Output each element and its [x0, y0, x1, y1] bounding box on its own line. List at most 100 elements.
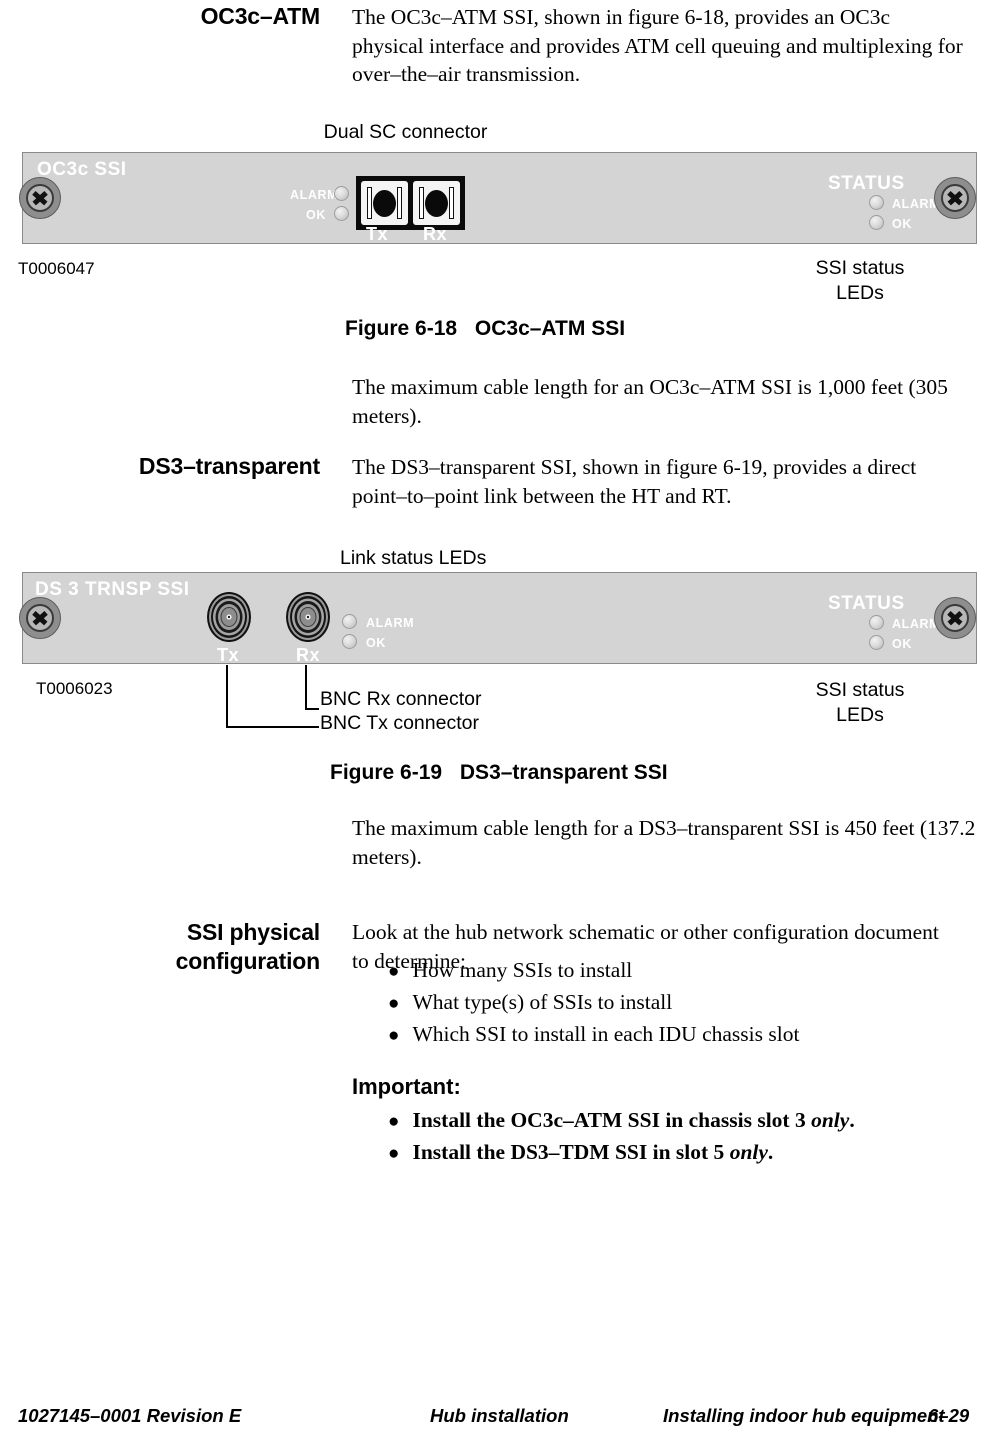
heading-line-1: SSI physical	[186, 919, 320, 945]
footer-page-number: 6–29	[928, 1405, 970, 1426]
ds3-status-led-alarm	[869, 615, 884, 630]
list-item: ● Install the OC3c–ATM SSI in chassis sl…	[388, 1105, 948, 1137]
ssi-config-bullet-list: ● How many SSIs to install ● What type(s…	[388, 955, 948, 1051]
oc3c-link-led-label-alarm: ALARM	[290, 188, 339, 202]
leader-bnc-tx-horizontal	[226, 726, 319, 728]
bnc-connector-rx	[285, 591, 331, 645]
heading-line-2: configuration	[175, 948, 321, 974]
list-item-label: Install the OC3c–ATM SSI in chassis slot…	[412, 1105, 854, 1135]
bullet-icon: ●	[388, 1025, 400, 1046]
oc3c-link-led-label-ok: OK	[306, 208, 326, 222]
oc3c-ssi-panel: OC3c SSI ALARM OK Tx Rx STATUS ALARM OK	[22, 152, 977, 244]
ds3-status-led-ok	[869, 635, 884, 650]
sc-tx-latch-right	[397, 187, 402, 219]
screw-cross-icon	[31, 609, 49, 627]
sc-rx-core	[425, 189, 448, 217]
sc-tx-latch-left	[367, 187, 372, 219]
bullet-icon: ●	[388, 1111, 400, 1132]
figure-caption-title: DS3–transparent SSI	[459, 761, 668, 784]
sc-rx-latch-right	[449, 187, 454, 219]
important-label: Important:	[352, 1074, 461, 1099]
list-item-label: What type(s) of SSIs to install	[412, 990, 673, 1014]
footer-center: Hub installation	[430, 1405, 569, 1426]
important-bullet-list: ● Install the OC3c–ATM SSI in chassis sl…	[388, 1105, 948, 1169]
leader-bnc-rx-horizontal	[305, 708, 319, 710]
list-item-text: Install the DS3–TDM SSI in slot 5	[412, 1140, 730, 1164]
leader-bnc-tx-vertical	[226, 665, 228, 727]
callout-line-2: LEDs	[836, 282, 884, 304]
dual-sc-connector	[356, 176, 465, 230]
ds3-status-title: STATUS	[828, 593, 905, 614]
ds3-drawing-number: T0006023	[36, 679, 113, 698]
figure-caption-label: Figure	[345, 317, 410, 340]
list-item-label: Install the DS3–TDM SSI in slot 5 only.	[412, 1137, 773, 1167]
oc3c-status-led-label-ok: OK	[892, 217, 912, 231]
sc-rx-latch-left	[419, 187, 424, 219]
oc3c-screw-left	[19, 177, 61, 219]
bnc-connector-tx	[206, 591, 252, 645]
list-item: ● Which SSI to install in each IDU chass…	[388, 1019, 948, 1051]
list-item-tail: .	[849, 1108, 855, 1132]
oc3c-panel-label: OC3c SSI	[37, 159, 127, 180]
oc3c-port-label-tx: Tx	[366, 224, 389, 244]
footer-left: 1027145–0001 Revision E	[18, 1405, 242, 1426]
ds3-status-led-label-ok: OK	[892, 637, 912, 651]
list-item-emphasis: only	[729, 1140, 768, 1164]
oc3c-port-label-rx: Rx	[423, 224, 448, 244]
list-item-label: Which SSI to install in each IDU chassis…	[412, 1022, 800, 1046]
oc3c-link-led-alarm	[334, 186, 349, 201]
figure-caption-number: 6-19	[400, 761, 443, 784]
ds3-link-led-alarm	[342, 614, 357, 629]
ds3-link-led-label-ok: OK	[366, 636, 386, 650]
callout-oc3c-ssi-status-leds: SSI status LEDs	[760, 256, 960, 306]
sc-tx-core	[373, 189, 396, 217]
list-item-emphasis: only	[811, 1108, 850, 1132]
section-heading-ssi-physical-configuration: SSI physical configuration	[40, 918, 321, 976]
ds3-link-led-label-alarm: ALARM	[366, 616, 415, 630]
ds3-link-led-ok	[342, 634, 357, 649]
figure-6-18-caption: Figure 6-18 OC3c–ATM SSI	[345, 317, 625, 341]
oc3c-drawing-number: T0006047	[18, 259, 95, 278]
figure-caption-title: OC3c–ATM SSI	[474, 317, 626, 340]
oc3c-status-led-label-alarm: ALARM	[892, 197, 941, 211]
oc3c-screw-right	[934, 177, 976, 219]
callout-link-status-leds: Link status LEDs	[340, 547, 487, 569]
ds3-cable-length-note: The maximum cable length for a DS3–trans…	[352, 816, 976, 869]
list-item: ● How many SSIs to install	[388, 955, 948, 987]
screw-cross-icon	[946, 609, 964, 627]
section-heading-ds3: DS3–transparent	[138, 453, 320, 479]
section-heading-oc3c: OC3c–ATM	[200, 3, 321, 29]
oc3c-cable-length-note: The maximum cable length for an OC3c–ATM…	[352, 375, 948, 428]
section-body-ds3: The DS3–transparent SSI, shown in figure…	[352, 455, 917, 508]
figure-caption-label: Figure	[330, 761, 395, 784]
sc-port-tx	[361, 181, 408, 225]
list-item-tail: .	[767, 1140, 774, 1164]
ds3-status-led-label-alarm: ALARM	[892, 617, 941, 631]
callout-bnc-tx-connector: BNC Tx connector	[320, 712, 479, 734]
bullet-icon: ●	[388, 961, 400, 982]
screw-cross-icon	[31, 189, 49, 207]
sc-port-rx	[413, 181, 460, 225]
callout-line-2: LEDs	[836, 704, 884, 726]
callout-bnc-rx-connector: BNC Rx connector	[320, 688, 482, 710]
ds3-port-label-tx: Tx	[217, 645, 240, 665]
leader-bnc-rx-vertical	[305, 665, 307, 709]
list-item: ● Install the DS3–TDM SSI in slot 5 only…	[388, 1137, 948, 1169]
ds3-screw-left	[19, 597, 61, 639]
ds3-port-label-rx: Rx	[296, 645, 321, 665]
figure-6-19-caption: Figure 6-19 DS3–transparent SSI	[330, 761, 668, 785]
list-item-label: How many SSIs to install	[412, 958, 633, 982]
list-item-text: Install the OC3c–ATM SSI in chassis slot…	[412, 1108, 812, 1132]
callout-line-1: SSI status	[815, 679, 905, 701]
ds3-trnsp-ssi-panel: DS 3 TRNSP SSI Tx Rx ALARM OK STATUS ALA…	[22, 572, 977, 665]
section-body-oc3c: The OC3c–ATM SSI, shown in figure 6-18, …	[352, 5, 963, 86]
bullet-icon: ●	[388, 1143, 400, 1164]
list-item: ● What type(s) of SSIs to install	[388, 987, 948, 1019]
document-page: OC3c–ATM The OC3c–ATM SSI, shown in figu…	[0, 0, 986, 1432]
oc3c-link-led-ok	[334, 206, 349, 221]
screw-cross-icon	[946, 189, 964, 207]
callout-ds3-ssi-status-leds: SSI status LEDs	[760, 678, 960, 728]
callout-line-1: SSI status	[815, 257, 905, 279]
bullet-icon: ●	[388, 993, 400, 1014]
oc3c-status-title: STATUS	[828, 173, 905, 194]
